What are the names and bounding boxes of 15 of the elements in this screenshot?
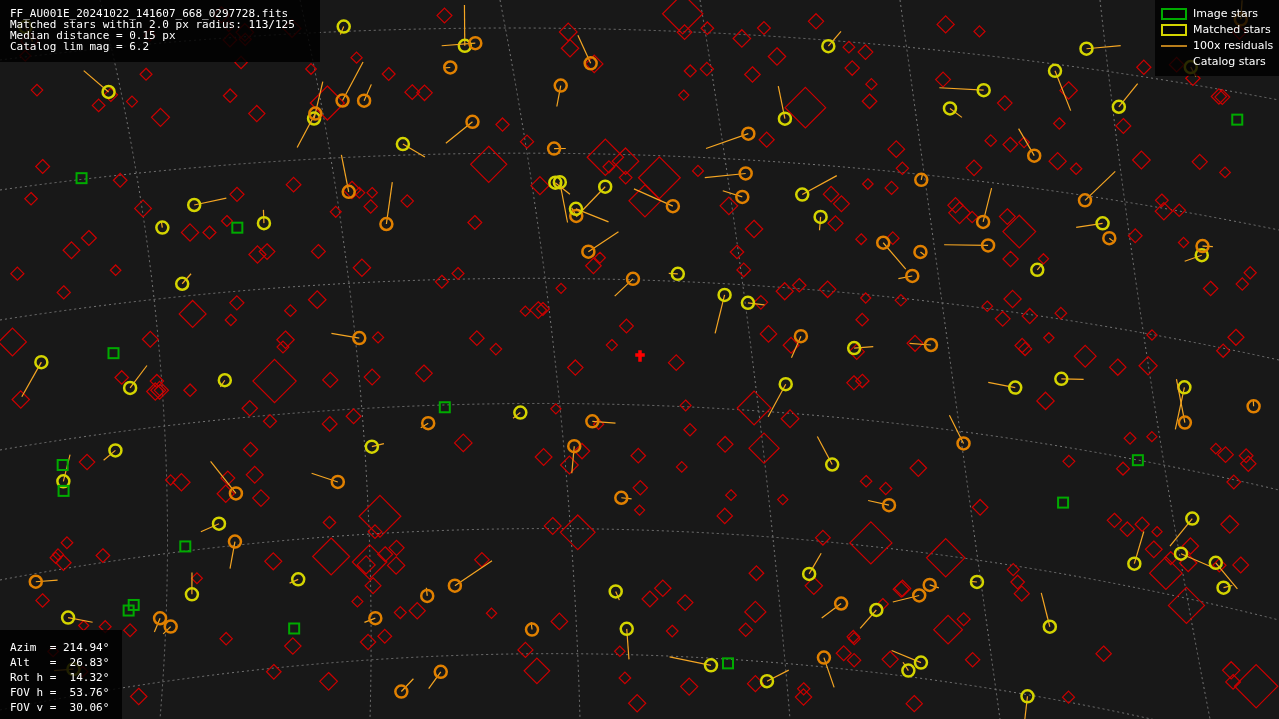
info-text: Matched stars within 2.0 px radius: 113/125 [10,19,296,30]
legend-label: Image stars [1193,5,1258,22]
legend-label: Catalog stars [1193,53,1266,70]
pointing-text: FOV h = 53.76° [10,685,111,700]
info-text: Catalog lim mag = 6.2 [10,41,151,52]
legend-label: Matched stars [1193,21,1271,38]
pointing-text: Azim = 214.94° [10,640,111,655]
pointing-text: Rot h = 14.32° [10,670,111,685]
square-swatch-icon [1161,8,1187,20]
pointing-text: FOV v = 30.06° [10,700,111,715]
legend-label: 100x residuals [1193,37,1274,54]
pointing-text: Alt = 26.83° [10,655,111,670]
info-text: FF_AU001E_20241022_141607_668_0297728.fits [10,8,290,19]
square-swatch-icon [1161,24,1187,36]
info-text: Median distance = 0.15 px [10,30,176,41]
